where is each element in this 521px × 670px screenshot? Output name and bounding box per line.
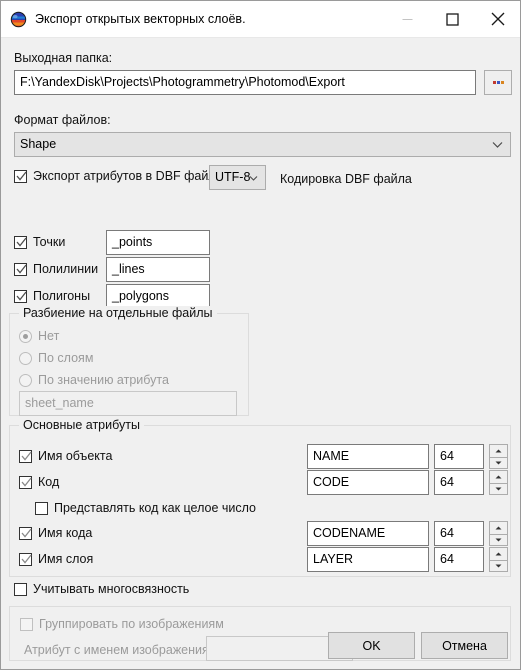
geometry-polylines-checkbox[interactable]: Полилинии (14, 261, 98, 277)
cancel-button[interactable]: Отмена (421, 632, 508, 659)
split-files-group-title: Разбиение на отдельные файлы (19, 306, 217, 321)
split-files-group: Разбиение на отдельные файлы Нет По слоя… (9, 306, 249, 416)
stepper-up-icon[interactable] (489, 521, 508, 534)
radio-icon (19, 351, 32, 365)
geometry-polylines-label: Полилинии (33, 262, 99, 276)
checkbox-box (19, 475, 32, 491)
multiconnectivity-checkbox[interactable]: Учитывать многосвязность (14, 581, 189, 597)
dbf-encoding-select[interactable]: UTF-8 (209, 165, 266, 190)
checkbox-box (19, 449, 32, 465)
code-as-integer-checkbox[interactable]: Представлять код как целое число (35, 500, 256, 516)
checkbox-box (14, 235, 27, 251)
attribute-layer-name-checkbox[interactable]: Имя слоя (19, 551, 93, 567)
check-icon (21, 451, 32, 465)
attribute-code-name-checkbox[interactable]: Имя кода (19, 525, 92, 541)
checkbox-box (14, 289, 27, 305)
attribute-object-name-label: Имя объекта (38, 449, 113, 463)
dbf-encoding-value: UTF-8 (215, 170, 251, 184)
attribute-code-name-width-stepper[interactable] (489, 521, 508, 546)
maximize-icon[interactable] (430, 1, 475, 37)
stepper-down-icon[interactable] (489, 482, 508, 495)
geometry-polygons-label: Полигоны (33, 289, 91, 303)
code-as-integer-label: Представлять код как целое число (54, 501, 257, 515)
attribute-code-name-input[interactable]: CODENAME (307, 521, 429, 546)
checkbox-box (19, 552, 32, 568)
stepper-up-icon[interactable] (489, 547, 508, 560)
geometry-polygons-checkbox[interactable]: Полигоны (14, 288, 90, 304)
chevron-down-icon (492, 133, 503, 156)
export-attributes-checkbox[interactable]: Экспорт атрибутов в DBF файл (14, 168, 216, 184)
export-vector-layers-dialog: Экспорт открытых векторных слоёв. Выходн… (0, 0, 521, 670)
main-attributes-group-title: Основные атрибуты (19, 418, 144, 433)
dialog-footer: OK Отмена (1, 623, 520, 669)
attribute-code-width-input[interactable]: 64 (434, 470, 484, 495)
check-icon (21, 528, 32, 542)
file-format-select[interactable]: Shape (14, 132, 511, 157)
check-icon (16, 264, 27, 278)
geometry-points-checkbox[interactable]: Точки (14, 234, 65, 250)
geometry-points-suffix-input[interactable]: _points (106, 230, 210, 255)
attribute-layer-name-width-stepper[interactable] (489, 547, 508, 572)
file-format-label: Формат файлов: (14, 113, 111, 127)
check-icon (21, 554, 32, 568)
window-controls (385, 1, 520, 37)
attribute-object-name-input[interactable]: NAME (307, 444, 429, 469)
close-icon[interactable] (475, 1, 520, 37)
check-icon (16, 237, 27, 251)
export-attributes-label: Экспорт атрибутов в DBF файл (33, 169, 216, 183)
attribute-code-input[interactable]: CODE (307, 470, 429, 495)
stepper-down-icon[interactable] (489, 559, 508, 572)
file-format-value: Shape (20, 137, 57, 151)
split-option-by-layers[interactable]: По слоям (19, 350, 93, 366)
attribute-object-name-width-stepper[interactable] (489, 444, 508, 469)
minimize-icon[interactable] (385, 1, 430, 37)
split-option-none[interactable]: Нет (19, 328, 59, 344)
check-icon (16, 171, 27, 185)
split-option-none-label: Нет (38, 329, 60, 343)
checkbox-box (14, 582, 27, 596)
attribute-layer-name-input[interactable]: LAYER (307, 547, 429, 572)
attribute-layer-name-width-input[interactable]: 64 (434, 547, 484, 572)
ok-button[interactable]: OK (328, 632, 415, 659)
split-option-by-layers-label: По слоям (38, 351, 94, 365)
attribute-code-name-width-input[interactable]: 64 (434, 521, 484, 546)
radio-icon (19, 373, 32, 387)
ellipsis-icon (492, 81, 504, 84)
split-attribute-input[interactable]: sheet_name (19, 391, 237, 416)
title-bar: Экспорт открытых векторных слоёв. (1, 1, 520, 38)
output-folder-label: Выходная папка: (14, 51, 113, 65)
check-icon (21, 477, 32, 491)
attribute-object-name-checkbox[interactable]: Имя объекта (19, 448, 112, 464)
checkbox-box (14, 262, 27, 278)
output-folder-input[interactable]: F:\YandexDisk\Projects\Photogrammetry\Ph… (14, 70, 476, 95)
geometry-points-label: Точки (33, 235, 66, 249)
stepper-up-icon[interactable] (489, 444, 508, 457)
checkbox-box (14, 169, 27, 185)
stepper-up-icon[interactable] (489, 470, 508, 483)
dbf-encoding-caption: Кодировка DBF файла (280, 172, 412, 186)
window-title: Экспорт открытых векторных слоёв. (35, 12, 246, 26)
multiconnectivity-label: Учитывать многосвязность (33, 582, 190, 596)
checkbox-box (19, 526, 32, 542)
stepper-down-icon[interactable] (489, 456, 508, 469)
radio-icon (19, 329, 32, 343)
attribute-code-width-stepper[interactable] (489, 470, 508, 495)
chevron-down-icon (249, 166, 258, 189)
check-icon (16, 291, 27, 305)
split-option-by-attribute[interactable]: По значению атрибута (19, 372, 169, 388)
attribute-code-checkbox[interactable]: Код (19, 474, 59, 490)
stepper-down-icon[interactable] (489, 533, 508, 546)
dialog-body: Выходная папка: F:\YandexDisk\Projects\P… (1, 38, 520, 669)
checkbox-box (35, 501, 48, 515)
attribute-object-name-width-input[interactable]: 64 (434, 444, 484, 469)
main-attributes-group: Основные атрибуты Имя объекта NAME 64 Ко… (9, 418, 511, 577)
split-option-by-attribute-label: По значению атрибута (38, 373, 169, 387)
attribute-code-label: Код (38, 475, 60, 489)
geometry-polylines-suffix-input[interactable]: _lines (106, 257, 210, 282)
attribute-layer-name-label: Имя слоя (38, 552, 94, 566)
attribute-code-name-label: Имя кода (38, 526, 93, 540)
globe-icon (10, 11, 27, 28)
browse-folder-button[interactable] (484, 70, 512, 95)
